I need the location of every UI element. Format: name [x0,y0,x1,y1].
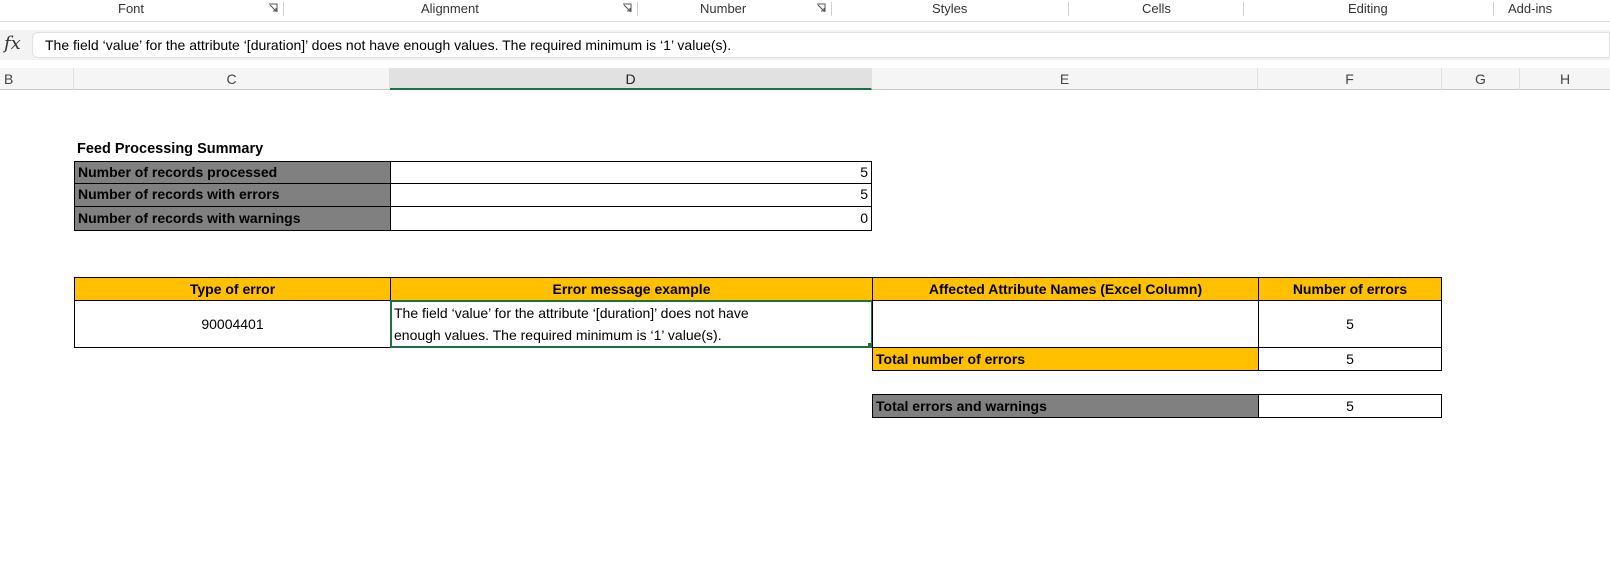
total-all-value[interactable]: 5 [1258,394,1442,418]
ribbon-separator [1243,2,1244,16]
error-message-line-2: enough values. The required minimum is ‘… [394,327,722,343]
ribbon-group-alignment: Alignment [421,1,479,16]
error-count-cell[interactable]: 5 [1258,300,1442,348]
header-number-of-errors[interactable]: Number of errors [1258,277,1442,301]
total-errors-label[interactable]: Total number of errors [872,347,1259,371]
summary-label-processed[interactable]: Number of records processed [74,161,391,184]
header-error-message-example[interactable]: Error message example [390,277,873,301]
column-header-c[interactable]: C [74,68,390,90]
total-errors-value[interactable]: 5 [1258,347,1442,371]
ribbon-group-number: Number [700,1,747,16]
summary-label-warnings[interactable]: Number of records with warnings [74,207,391,231]
summary-title: Feed Processing Summary [77,141,264,157]
summary-value-processed[interactable]: 5 [390,161,872,184]
ribbon-separator [1068,2,1069,16]
header-affected-attributes[interactable]: Affected Attribute Names (Excel Column) [872,277,1259,301]
ribbon-separator [283,2,284,16]
column-header-e[interactable]: E [872,68,1258,90]
ribbon-group-font: Font [118,1,145,16]
ribbon-separator [1493,2,1494,16]
error-message-line-1: The field ‘value’ for the attribute ‘[du… [394,305,749,321]
ribbon-separator [637,2,638,16]
alignment-dialog-launcher-icon[interactable] [622,3,632,13]
summary-label-errors[interactable]: Number of records with errors [74,184,391,207]
ribbon-group-cells: Cells [1142,1,1171,16]
header-type-of-error[interactable]: Type of error [74,277,391,301]
formula-bar: fx The field ‘value’ for the attribute ‘… [0,30,1610,60]
ribbon-group-editing: Editing [1348,1,1388,16]
font-dialog-launcher-icon[interactable] [268,3,278,13]
column-header-g[interactable]: G [1442,68,1520,90]
ribbon-separator [831,2,832,16]
number-dialog-launcher-icon[interactable] [816,3,826,13]
column-header-f[interactable]: F [1258,68,1442,90]
total-all-label[interactable]: Total errors and warnings [872,394,1259,418]
error-type-cell[interactable]: 90004401 [74,300,391,348]
affected-attributes-cell[interactable] [872,300,1259,348]
ribbon-group-labels: Font Alignment Number Styles Cells Editi… [0,0,1610,22]
summary-value-errors[interactable]: 5 [390,184,872,207]
column-header-b[interactable]: B [0,68,74,90]
error-message-cell[interactable]: The field ‘value’ for the attribute ‘[du… [390,300,873,348]
insert-function-icon[interactable]: fx [4,33,21,54]
summary-value-warnings[interactable]: 0 [390,207,872,231]
column-header-d[interactable]: D [390,68,872,90]
formula-input[interactable]: The field ‘value’ for the attribute ‘[du… [32,32,1610,58]
formula-content: The field ‘value’ for the attribute ‘[du… [45,37,732,53]
ribbon-group-styles: Styles [932,1,968,16]
column-header-h[interactable]: H [1520,68,1610,90]
ribbon-group-add-ins: Add-ins [1508,1,1553,16]
column-headers: B C D E F G H [0,68,1610,90]
